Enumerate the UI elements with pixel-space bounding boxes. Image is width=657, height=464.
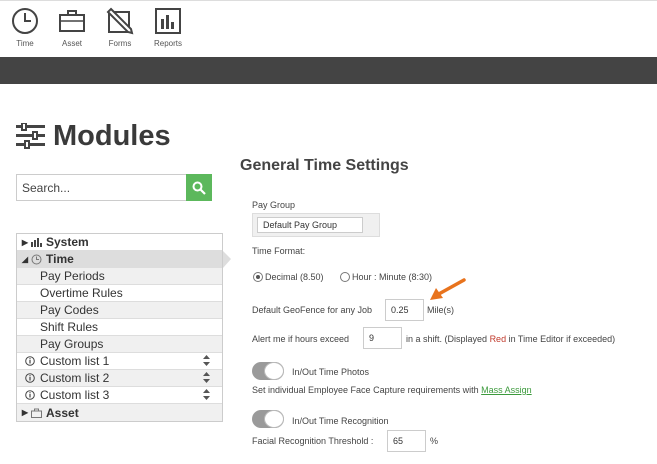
tree-item-label: Shift Rules — [40, 320, 99, 334]
toolbar-forms-button[interactable]: Forms — [100, 7, 140, 48]
custom-list-label: Custom list 1 — [40, 354, 110, 368]
top-toolbar: Time Asset Forms Reports — [0, 0, 657, 56]
threshold-input[interactable]: 65 — [387, 430, 426, 452]
module-tree: ▶ System ◢ Time Pay Periods Overtime Rul… — [16, 233, 231, 422]
time-format-hour-minute-radio[interactable] — [340, 272, 350, 282]
pay-group-select[interactable]: Default Pay Group — [257, 217, 363, 233]
alert-suffix-b: in Time Editor if exceeded) — [508, 334, 616, 344]
search-icon — [192, 181, 206, 195]
tree-group-label: Time — [46, 252, 74, 266]
briefcase-icon — [31, 408, 42, 418]
info-icon[interactable] — [25, 373, 35, 383]
tree-item-shift-rules[interactable]: Shift Rules — [17, 319, 222, 336]
alert-hours-input[interactable]: 9 — [363, 327, 402, 349]
photos-note-text: Set individual Employee Face Capture req… — [252, 385, 479, 395]
tree-group-time[interactable]: ◢ Time — [17, 251, 231, 268]
alert-suffix: in a shift. (Displayed Red in Time Edito… — [406, 334, 615, 344]
toolbar-reports-label: Reports — [153, 39, 182, 48]
info-icon[interactable] — [25, 356, 35, 366]
geofence-value: 0.25 — [391, 305, 409, 315]
search-input[interactable] — [16, 174, 186, 201]
custom-list-label: Custom list 3 — [40, 388, 110, 402]
tree-item-label: Pay Periods — [40, 269, 105, 283]
toggle-knob — [264, 362, 284, 380]
alert-suffix-red: Red — [489, 334, 507, 344]
alert-label: Alert me if hours exceed — [252, 334, 350, 344]
page-title: Modules — [16, 116, 171, 156]
geofence-unit: Mile(s) — [427, 305, 454, 315]
tree-custom-list-1[interactable]: Custom list 1 — [17, 353, 222, 370]
tree-custom-list-3[interactable]: Custom list 3 — [17, 387, 222, 404]
caret-right-icon[interactable]: ▶ — [21, 408, 29, 417]
tree-group-label: Asset — [46, 405, 79, 420]
briefcase-icon — [59, 10, 85, 32]
photos-toggle-label: In/Out Time Photos — [292, 367, 370, 377]
time-format-decimal-label[interactable]: Decimal (8.50) — [265, 272, 324, 282]
tree-item-pay-groups[interactable]: Pay Groups — [17, 336, 222, 353]
module-search — [16, 174, 212, 201]
toolbar-asset-button[interactable]: Asset — [52, 7, 92, 48]
sort-icon[interactable] — [203, 372, 210, 383]
pay-group-label: Pay Group — [252, 200, 296, 210]
time-format-label: Time Format: — [252, 246, 306, 256]
caret-down-icon[interactable]: ◢ — [21, 255, 29, 264]
bar-chart-icon — [31, 237, 42, 247]
tree-item-pay-codes[interactable]: Pay Codes — [17, 302, 222, 319]
search-button[interactable] — [186, 174, 212, 201]
tree-item-label: Overtime Rules — [40, 286, 123, 300]
time-format-hour-minute-label[interactable]: Hour : Minute (8:30) — [352, 272, 432, 282]
tree-item-pay-periods[interactable]: Pay Periods — [17, 268, 222, 285]
tree-group-asset[interactable]: ▶ Asset — [17, 404, 222, 421]
info-icon[interactable] — [25, 390, 35, 400]
mass-assign-link[interactable]: Mass Assign — [481, 385, 532, 395]
threshold-label: Facial Recognition Threshold : — [252, 436, 374, 446]
toolbar-time-button[interactable]: Time — [5, 7, 45, 48]
tree-item-label: Pay Groups — [40, 337, 104, 351]
sort-icon[interactable] — [203, 355, 210, 366]
toolbar-forms-label: Forms — [108, 39, 132, 48]
pay-group-value: Default Pay Group — [263, 220, 338, 230]
alert-suffix-a: in a shift. (Displayed — [406, 334, 488, 344]
tree-item-label: Pay Codes — [40, 303, 99, 317]
toolbar-time-label: Time — [16, 39, 34, 48]
photos-toggle[interactable] — [252, 362, 284, 380]
tree-custom-list-2[interactable]: Custom list 2 — [17, 370, 222, 387]
sliders-icon — [16, 123, 45, 149]
pay-group-container: Default Pay Group — [252, 213, 380, 237]
caret-right-icon[interactable]: ▶ — [21, 238, 29, 247]
edit-form-icon — [106, 7, 134, 35]
time-format-decimal-radio[interactable] — [253, 272, 263, 282]
custom-list-label: Custom list 2 — [40, 371, 110, 385]
toggle-knob — [264, 410, 284, 428]
tree-group-system[interactable]: ▶ System — [17, 234, 222, 251]
toolbar-reports-button[interactable]: Reports — [148, 7, 188, 48]
page-title-text: Modules — [53, 119, 171, 152]
nav-bar — [0, 57, 657, 84]
recognition-toggle-label: In/Out Time Recognition — [292, 416, 389, 426]
tree-item-overtime-rules[interactable]: Overtime Rules — [17, 285, 222, 302]
geofence-input[interactable]: 0.25 — [385, 299, 424, 321]
arrow-icon — [430, 278, 466, 300]
tree-group-label: System — [46, 235, 89, 249]
active-indicator — [223, 251, 231, 268]
sort-icon[interactable] — [203, 389, 210, 400]
clock-icon — [12, 8, 38, 34]
recognition-toggle[interactable] — [252, 410, 284, 428]
photos-note: Set individual Employee Face Capture req… — [252, 385, 532, 395]
threshold-value: 65 — [393, 436, 404, 446]
clock-icon — [31, 254, 42, 265]
alert-hours-value: 9 — [369, 333, 375, 343]
threshold-unit: % — [430, 436, 439, 446]
toolbar-asset-label: Asset — [61, 39, 82, 48]
geofence-label: Default GeoFence for any Job — [252, 305, 373, 315]
bar-chart-icon — [155, 8, 181, 34]
settings-title: General Time Settings — [240, 157, 409, 174]
